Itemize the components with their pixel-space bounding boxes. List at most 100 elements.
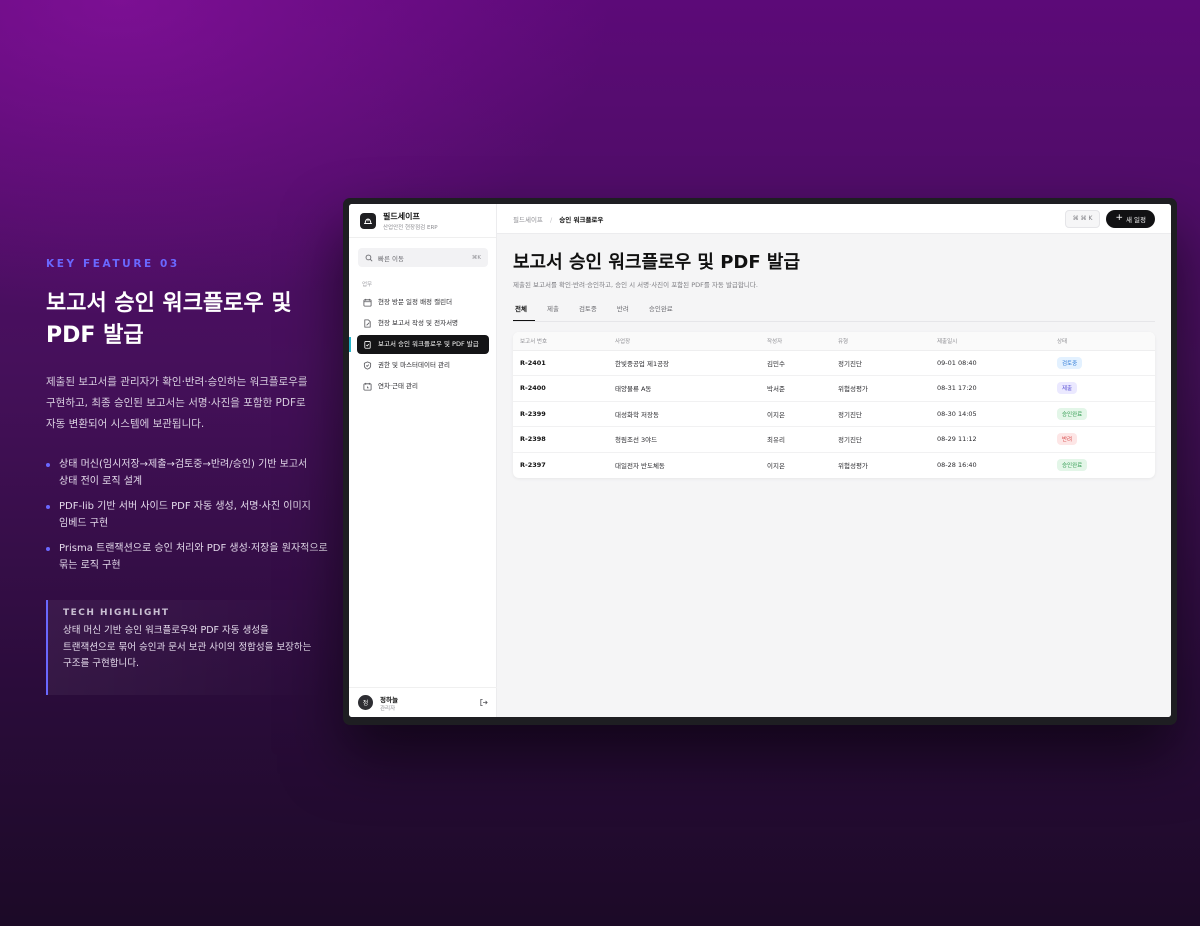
tech-highlight: TECH HIGHLIGHT 상태 머신 기반 승인 워크플로우와 PDF 자동… (46, 600, 331, 695)
tab-submitted[interactable]: 제출 (545, 303, 567, 321)
new-schedule-button[interactable]: + 새 일정 (1106, 209, 1155, 228)
submitted-at-cell: 08-28 16:40 (937, 461, 977, 469)
report-id-cell: R-2401 (513, 350, 608, 376)
feature-title: 보고서 승인 워크플로우 및 PDF 발급 (46, 288, 331, 352)
column-header[interactable]: 작성자 (760, 332, 831, 351)
submitted-at-cell: 08-31 17:20 (930, 375, 1050, 402)
reports-table-card: 보고서 번호 사업장 작성자 유형 제출일시 상태 R-2401 한빛중공업 제1… (513, 332, 1155, 478)
tab-in-review[interactable]: 검토중 (577, 303, 605, 321)
site-cell: 대성화학 저장동 (608, 401, 760, 427)
user-profile[interactable]: 정 정하늘 관리자 (349, 687, 497, 717)
calendar-clock-icon (363, 382, 372, 391)
breadcrumb: 필드세이프 / 승인 워크플로우 (513, 214, 603, 224)
author-cell: 김민수 (760, 350, 831, 376)
status-tabs: 전체 제출 검토중 반려 승인완료 (513, 303, 1155, 322)
type-cell: 정기진단 (831, 426, 930, 453)
author-cell: 이지은 (767, 462, 785, 470)
logout-icon[interactable] (479, 698, 488, 707)
feature-kicker: KEY FEATURE 03 (46, 258, 180, 270)
feature-title-line1: 보고서 승인 워크플로우 및 (46, 291, 292, 316)
sidebar-item-attendance[interactable]: 연차·근태 관리 (357, 377, 489, 396)
app-window: 필드세이프 산업안전 현장점검 ERP 빠른 이동 ⌘K 업무 현장 방문 일정… (349, 204, 1171, 717)
topbar: 필드세이프 / 승인 워크플로우 ⌘ ⌘ K + 새 일정 (497, 204, 1171, 234)
feature-desc: 제출된 보고서를 관리자가 확인·반려·승인하는 워크플로우를 구현하고, 최종… (46, 372, 331, 435)
table-row[interactable]: R-2399 대성화학 저장동 이지은 정기진단 08-30 14:05 승인완료 (513, 401, 1155, 427)
status-badge: 검토중 (1057, 356, 1083, 369)
column-header[interactable]: 상태 (1050, 332, 1155, 351)
sidebar-item-schedule-calendar[interactable]: 현장 방문 일정 배정 캘린더 (357, 293, 489, 312)
search-icon (365, 254, 373, 262)
report-id-cell: R-2400 (513, 375, 608, 402)
sidebar-item-report-writing[interactable]: 현장 보고서 작성 및 전자서명 (357, 314, 489, 333)
column-header[interactable]: 유형 (831, 332, 930, 351)
tab-approved[interactable]: 승인완료 (647, 303, 681, 321)
author-cell: 최유리 (760, 426, 831, 453)
feature-bullet: PDF-lib 기반 서버 사이드 PDF 자동 생성, 서명·사진 이미지 임베… (46, 499, 331, 532)
type-cell: 위험성평가 (831, 375, 930, 402)
clipboard-check-icon (364, 341, 371, 349)
quick-search[interactable]: 빠른 이동 ⌘K (358, 248, 488, 267)
nav-section-label: 업무 (362, 282, 373, 288)
feature-title-line2: PDF 발급 (46, 323, 144, 348)
table-row[interactable]: R-2397 대일전자 반도체동 이지은 위험성평가 08-28 16:40 승인완료 (513, 452, 1155, 478)
breadcrumb-current: 승인 워크플로우 (559, 215, 604, 224)
column-header[interactable]: 제출일시 (930, 332, 1050, 351)
feature-desc-line2: 구현하고, 최종 승인된 보고서는 서명·사진을 포함한 PDF로 (46, 397, 306, 409)
calendar-icon (363, 298, 372, 307)
sidebar-item-approval-workflow[interactable]: 보고서 승인 워크플로우 및 PDF 발급 (349, 335, 489, 354)
table-row[interactable]: R-2400 태양물류 A동 박서준 위험성평가 08-31 17:20 제출 (513, 375, 1155, 402)
quick-search-shortcut: ⌘K (471, 254, 481, 261)
site-cell: 한빛중공업 제1공장 (608, 350, 760, 376)
main-content: 필드세이프 / 승인 워크플로우 ⌘ ⌘ K + 새 일정 보고서 승인 워크플… (497, 204, 1171, 717)
document-edit-icon (364, 319, 371, 328)
plus-icon: + (1115, 213, 1123, 223)
type-cell: 정기진단 (831, 350, 930, 376)
feature-description: KEY FEATURE 03 보고서 승인 워크플로우 및 PDF 발급 제출된… (46, 258, 331, 695)
status-badge: 승인완료 (1057, 407, 1088, 420)
top-actions: ⌘ ⌘ K + 새 일정 (1064, 209, 1155, 228)
table-row[interactable]: R-2398 청림조선 3야드 최유리 정기진단 08-29 11:12 반려 (513, 426, 1155, 453)
brand-name: 필드세이프 (383, 211, 420, 221)
command-palette-button[interactable]: ⌘ ⌘ K (1064, 209, 1101, 228)
feature-desc-line1: 제출된 보고서를 관리자가 확인·반려·승인하는 워크플로우를 (46, 376, 308, 388)
site-cell: 대일전자 반도체동 (615, 462, 665, 470)
status-cell: 제출 (1050, 375, 1155, 402)
site-cell: 태양물류 A동 (608, 375, 760, 402)
feature-bullet: 상태 머신(임시저장→제출→검토중→반려/승인) 기반 보고서 상태 전이 로직 … (46, 457, 331, 490)
submitted-at-cell: 08-30 14:05 (930, 401, 1050, 427)
avatar: 정 (358, 695, 373, 710)
table-row[interactable]: R-2401 한빛중공업 제1공장 김민수 정기진단 09-01 08:40 검토중 (513, 350, 1155, 376)
bullet-dot-icon (46, 547, 50, 551)
sidebar-item-permissions[interactable]: 권한 및 마스터데이터 관리 (357, 356, 489, 375)
submitted-at-cell: 09-01 08:40 (930, 350, 1050, 376)
sidebar: 필드세이프 산업안전 현장점검 ERP 빠른 이동 ⌘K 업무 현장 방문 일정… (349, 204, 497, 717)
page-body: 보고서 승인 워크플로우 및 PDF 발급 제출된 보고서를 확인·반려·승인하… (497, 234, 1171, 478)
status-cell: 승인완료 (1050, 401, 1155, 427)
feature-bullets: 상태 머신(임시저장→제출→검토중→반려/승인) 기반 보고서 상태 전이 로직 … (46, 457, 331, 574)
brand[interactable]: 필드세이프 산업안전 현장점검 ERP (349, 204, 496, 238)
breadcrumb-root[interactable]: 필드세이프 (513, 216, 543, 224)
report-id-cell: R-2399 (513, 401, 608, 427)
tech-highlight-title: TECH HIGHLIGHT (63, 608, 170, 618)
page-title: 보고서 승인 워크플로우 및 PDF 발급 (513, 252, 801, 273)
status-cell: 검토중 (1050, 350, 1155, 376)
user-name: 정하늘 (380, 695, 398, 704)
status-cell: 반려 (1050, 426, 1155, 453)
column-header[interactable]: 사업장 (608, 332, 760, 351)
column-header[interactable]: 보고서 번호 (513, 332, 608, 351)
breadcrumb-separator: / (549, 215, 553, 224)
report-id-cell: R-2397 (520, 461, 546, 469)
report-id-cell: R-2398 (513, 426, 608, 453)
app-window-frame: 필드세이프 산업안전 현장점검 ERP 빠른 이동 ⌘K 업무 현장 방문 일정… (343, 198, 1177, 725)
shield-check-icon (363, 361, 372, 370)
bullet-dot-icon (46, 463, 50, 467)
table-header-row: 보고서 번호 사업장 작성자 유형 제출일시 상태 (513, 332, 1155, 351)
status-badge: 반려 (1057, 433, 1078, 446)
feature-desc-line3: 자동 변환되어 시스템에 보관됩니다. (46, 418, 205, 430)
author-cell: 박서준 (760, 375, 831, 402)
tab-all[interactable]: 전체 (513, 303, 535, 321)
site-cell: 청림조선 3야드 (608, 426, 760, 453)
user-role: 관리자 (380, 705, 396, 712)
tab-rejected[interactable]: 반려 (615, 303, 637, 321)
reports-table: 보고서 번호 사업장 작성자 유형 제출일시 상태 R-2401 한빛중공업 제1… (513, 332, 1155, 478)
